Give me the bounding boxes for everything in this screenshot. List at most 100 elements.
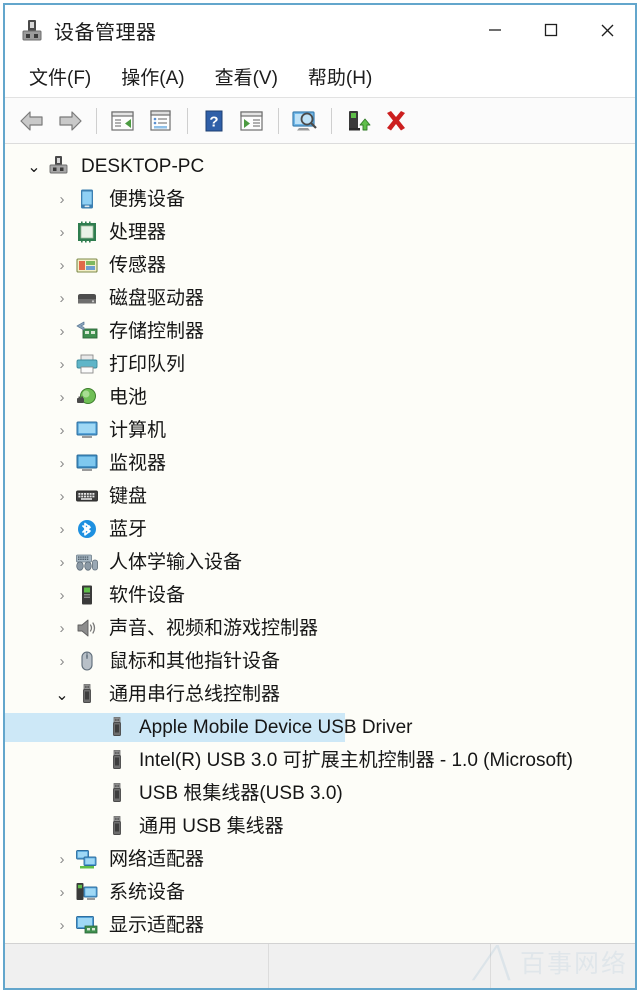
tree-node-monitors[interactable]: › 监视器	[5, 447, 635, 480]
tree-node-label: 系统设备	[109, 882, 186, 903]
help-icon[interactable]: ?	[195, 103, 233, 139]
chevron-right-icon[interactable]: ›	[49, 422, 75, 439]
chevron-right-icon[interactable]: ›	[49, 356, 75, 373]
tree-node-apple-mobile-device-usb-driver[interactable]: Apple Mobile Device USB Driver	[5, 711, 635, 744]
toolbar: ?	[5, 98, 635, 144]
tree-node-processors[interactable]: › 处理器	[5, 216, 635, 249]
tree-node-sound-video-game-controllers[interactable]: › 声音、视频和游戏控制器	[5, 612, 635, 645]
tree-node-intel-usb-3-host-controller[interactable]: Intel(R) USB 3.0 可扩展主机控制器 - 1.0 (Microso…	[5, 744, 635, 777]
tree-node-generic-usb-hub[interactable]: 通用 USB 集线器	[5, 810, 635, 843]
processor-icon	[75, 221, 101, 245]
chevron-right-icon[interactable]: ›	[49, 653, 75, 670]
properties-icon[interactable]	[142, 103, 180, 139]
tree-node-computer[interactable]: › 计算机	[5, 414, 635, 447]
chevron-right-icon[interactable]: ›	[49, 323, 75, 340]
scan-for-hardware-changes-icon[interactable]	[286, 103, 324, 139]
usb-device-icon	[105, 716, 131, 740]
usb-controller-icon	[75, 683, 101, 707]
chevron-right-icon[interactable]: ›	[49, 488, 75, 505]
tree-node-display-adapters[interactable]: › 显示适配器	[5, 909, 635, 942]
tree-node-usb-controllers[interactable]: ⌄ 通用串行总线控制器	[5, 678, 635, 711]
tree-node-keyboards[interactable]: › 键盘	[5, 480, 635, 513]
device-tree[interactable]: ⌄ DESKTOP-PC › 便携设备 › 处理器 › 传感器 › 磁盘驱动器 …	[5, 144, 635, 943]
tree-node-portable-devices[interactable]: › 便携设备	[5, 183, 635, 216]
menu-help[interactable]: 帮助(H)	[296, 59, 384, 94]
chevron-down-icon[interactable]: ⌄	[49, 685, 75, 705]
tree-node-label: 网络适配器	[109, 849, 205, 870]
tree-node-label: 处理器	[109, 222, 167, 243]
tree-node-storage-controllers[interactable]: › 存储控制器	[5, 315, 635, 348]
battery-icon	[75, 386, 101, 410]
minimize-button[interactable]	[467, 5, 523, 55]
chevron-right-icon[interactable]: ›	[49, 587, 75, 604]
display-adapter-icon	[75, 914, 101, 938]
tree-node-sensors[interactable]: › 传感器	[5, 249, 635, 282]
tree-node-label: 传感器	[109, 255, 167, 276]
status-bar	[5, 943, 635, 988]
chevron-right-icon[interactable]: ›	[49, 917, 75, 934]
tree-node-software-devices[interactable]: › 软件设备	[5, 579, 635, 612]
sound-video-game-icon	[75, 617, 101, 641]
tree-node-mice[interactable]: › 鼠标和其他指针设备	[5, 645, 635, 678]
tree-node-system-devices[interactable]: › 系统设备	[5, 876, 635, 909]
bluetooth-icon	[75, 518, 101, 542]
window-controls	[467, 5, 635, 55]
tree-node-label: 鼠标和其他指针设备	[109, 651, 281, 672]
tree-node-label: 软件设备	[109, 585, 186, 606]
tree-node-label: 打印队列	[109, 354, 186, 375]
hid-icon	[75, 551, 101, 575]
tree-node-hid[interactable]: › 人体学输入设备	[5, 546, 635, 579]
disk-drive-icon	[75, 287, 101, 311]
network-adapter-icon	[75, 848, 101, 872]
portable-device-icon	[75, 188, 101, 212]
tree-node-label: 显示适配器	[109, 915, 205, 936]
menu-action[interactable]: 操作(A)	[109, 59, 196, 94]
forward-icon[interactable]	[51, 103, 89, 139]
chevron-right-icon[interactable]: ›	[49, 851, 75, 868]
menu-view[interactable]: 查看(V)	[203, 59, 290, 94]
show-hide-action-pane-icon[interactable]	[233, 103, 271, 139]
title-bar: 设备管理器	[5, 5, 635, 55]
tree-node-label: Intel(R) USB 3.0 可扩展主机控制器 - 1.0 (Microso…	[139, 750, 573, 771]
menu-file[interactable]: 文件(F)	[17, 59, 103, 94]
chevron-right-icon[interactable]: ›	[49, 884, 75, 901]
chevron-right-icon[interactable]: ›	[49, 290, 75, 307]
back-icon[interactable]	[13, 103, 51, 139]
tree-node-print-queues[interactable]: › 打印队列	[5, 348, 635, 381]
tree-node-label: 通用 USB 集线器	[139, 816, 284, 837]
tree-node-batteries[interactable]: › 电池	[5, 381, 635, 414]
tree-node-label: 键盘	[109, 486, 148, 507]
update-driver-icon[interactable]	[339, 103, 377, 139]
device-manager-window: 设备管理器 文件(F) 操作(A) 查看(V) 帮助(H) ? ⌄ DESKTO…	[3, 3, 637, 990]
chevron-right-icon[interactable]: ›	[49, 620, 75, 637]
storage-controller-icon	[75, 320, 101, 344]
monitor-icon	[75, 452, 101, 476]
computer-category-icon	[75, 419, 101, 443]
usb-device-icon	[105, 815, 131, 839]
chevron-right-icon[interactable]: ›	[49, 554, 75, 571]
chevron-right-icon[interactable]: ›	[49, 191, 75, 208]
device-manager-icon	[19, 17, 45, 43]
chevron-right-icon[interactable]: ›	[49, 389, 75, 406]
tree-node-bluetooth[interactable]: › 蓝牙	[5, 513, 635, 546]
chevron-right-icon[interactable]: ›	[49, 521, 75, 538]
toolbar-separator	[187, 107, 188, 134]
maximize-button[interactable]	[523, 5, 579, 55]
chevron-right-icon[interactable]: ›	[49, 257, 75, 274]
tree-node-disk-drives[interactable]: › 磁盘驱动器	[5, 282, 635, 315]
tree-node-audio-inputs-outputs[interactable]: › 音频输入和输出	[5, 942, 635, 943]
toolbar-separator	[96, 107, 97, 134]
show-hide-console-tree-icon[interactable]	[104, 103, 142, 139]
chevron-right-icon[interactable]: ›	[49, 224, 75, 241]
tree-node-label: 通用串行总线控制器	[109, 684, 281, 705]
mouse-icon	[75, 650, 101, 674]
tree-node-desktop-pc[interactable]: ⌄ DESKTOP-PC	[5, 150, 635, 183]
uninstall-device-icon[interactable]	[377, 103, 415, 139]
tree-node-label: 磁盘驱动器	[109, 288, 205, 309]
chevron-down-icon[interactable]: ⌄	[21, 157, 47, 177]
chevron-right-icon[interactable]: ›	[49, 455, 75, 472]
tree-node-usb-root-hub[interactable]: USB 根集线器(USB 3.0)	[5, 777, 635, 810]
tree-node-network-adapters[interactable]: › 网络适配器	[5, 843, 635, 876]
sensor-icon	[75, 254, 101, 278]
close-button[interactable]	[579, 5, 635, 55]
